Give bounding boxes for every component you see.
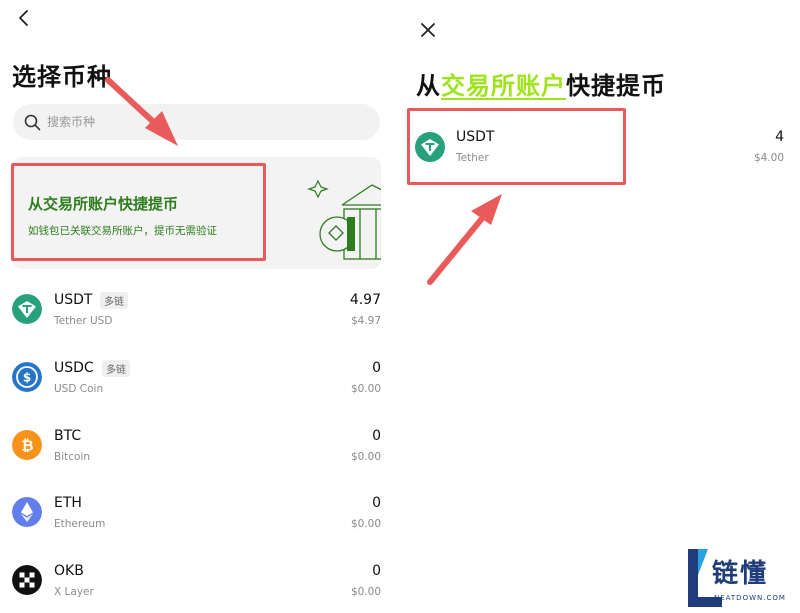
coin-amount: 0 [372, 495, 381, 512]
okb-icon [12, 565, 42, 596]
tether-icon [415, 132, 445, 162]
banner-title: 从交易所账户快捷提币 [28, 195, 179, 213]
coin-name: X Layer [54, 586, 94, 599]
coin-amount: 4.97 [349, 292, 381, 308]
coin-fiat-value: $4.97 [350, 315, 381, 327]
coin-symbol: ETH [54, 495, 82, 512]
bitcoin-icon: ₿ [12, 429, 42, 460]
coin-symbol: USDT [456, 129, 495, 145]
page-title: 选择币种 [12, 63, 112, 91]
coin-row-eth[interactable]: ETH Ethereum 0 $0.00 [12, 485, 381, 553]
multichain-badge: 多链 [102, 359, 130, 377]
svg-text:$: $ [23, 370, 31, 384]
coin-row-usdc[interactable]: $ USDC 多链 USD Coin 0 $0.00 [12, 350, 381, 418]
back-arrow-icon[interactable] [14, 8, 34, 28]
coin-amount: 0 [372, 427, 381, 444]
search-input[interactable] [47, 104, 367, 140]
coin-symbol: USDT [54, 292, 93, 308]
title-suffix: 快捷提币 [566, 72, 666, 100]
coin-symbol: OKB [54, 563, 84, 580]
ethereum-icon [12, 497, 42, 528]
usdc-icon: $ [12, 361, 42, 392]
title-highlight: 交易所账户 [441, 72, 566, 100]
watermark-text: 链懂 [712, 559, 769, 589]
exchange-building-illustration-icon [307, 179, 381, 260]
coin-amount: 0 [372, 359, 381, 376]
coin-list: USDT 多链 Tether USD 4.97 $4.97 $ USDC 多链 … [12, 282, 381, 613]
coin-select-screen: 选择币种 从交易所账户快捷提币 如钱包已关联交易所账户，提币无需验证 [0, 0, 396, 613]
coin-fiat-value: $0.00 [350, 586, 381, 599]
search-icon [24, 114, 41, 131]
tether-icon [12, 294, 42, 324]
search-bar[interactable] [13, 104, 380, 140]
coin-fiat-value: $0.00 [350, 450, 381, 463]
multichain-badge: 多链 [100, 292, 128, 309]
coin-name: Bitcoin [54, 450, 91, 463]
coin-row-btc[interactable]: ₿ BTC Bitcoin 0 $0.00 [12, 418, 381, 486]
title-prefix: 从 [416, 72, 441, 100]
coin-name: Tether [456, 152, 489, 164]
exchange-coin-row-usdt[interactable]: USDT Tether 4 $4.00 [410, 112, 784, 176]
close-icon[interactable] [418, 20, 438, 40]
coin-symbol: BTC [54, 427, 82, 444]
coin-name: Tether USD [54, 315, 113, 327]
coin-name: Ethereum [54, 518, 106, 531]
coin-amount: 0 [372, 563, 381, 580]
exchange-page-title: 从交易所账户快捷提币 [416, 66, 666, 101]
exchange-withdraw-banner[interactable]: 从交易所账户快捷提币 如钱包已关联交易所账户，提币无需验证 [12, 157, 381, 269]
coin-fiat-value: $0.00 [350, 382, 381, 395]
coin-name: USD Coin [54, 382, 104, 395]
coin-fiat-value: $4.00 [753, 152, 784, 164]
coin-symbol: USDC [54, 359, 94, 376]
coin-row-usdt[interactable]: USDT 多链 Tether USD 4.97 $4.97 [12, 282, 381, 350]
coin-fiat-value: $0.00 [350, 518, 381, 531]
svg-text:₿: ₿ [21, 436, 33, 454]
banner-subtitle: 如钱包已关联交易所账户，提币无需验证 [28, 225, 217, 237]
watermark-subtext: NEATDOWN.COM [714, 594, 786, 602]
coin-row-okb[interactable]: OKB X Layer 0 $0.00 [12, 553, 381, 613]
coin-amount: 4 [775, 129, 784, 145]
